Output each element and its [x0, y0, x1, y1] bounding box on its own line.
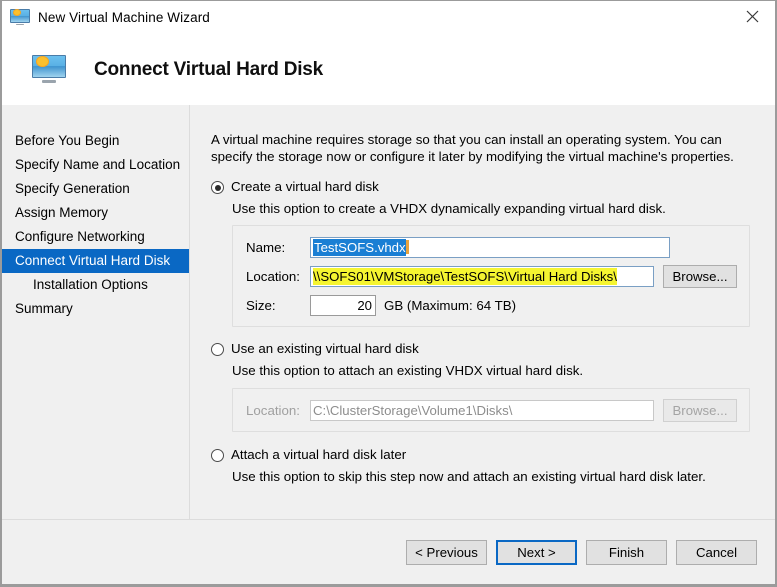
location-field-row: Location: \\SOFS01\VMStorage\TestSOFS\Vi… [246, 264, 737, 288]
option-create-description: Use this option to create a VHDX dynamic… [232, 201, 666, 216]
radio-attach-later[interactable] [211, 449, 224, 462]
sidebar-item-configure-networking[interactable]: Configure Networking [2, 225, 189, 249]
cancel-button[interactable]: Cancel [676, 539, 757, 565]
window-title: New Virtual Machine Wizard [38, 10, 210, 25]
existing-location-label: Location: [246, 402, 300, 418]
location-input[interactable]: \\SOFS01\VMStorage\TestSOFS\Virtual Hard… [310, 265, 654, 287]
size-suffix-label: GB (Maximum: 64 TB) [384, 297, 517, 313]
existing-location-field-row: Location: C:\ClusterStorage\Volume1\Disk… [246, 398, 737, 422]
name-input[interactable]: TestSOFS.vhdx [310, 236, 670, 258]
wizard-body: Before You Begin Specify Name and Locati… [2, 105, 775, 519]
new-virtual-machine-wizard-window: New Virtual Machine Wizard Connect Virtu… [0, 0, 777, 587]
sidebar-item-summary[interactable]: Summary [2, 297, 189, 321]
option-existing-description: Use this option to attach an existing VH… [232, 363, 584, 378]
wizard-content: A virtual machine requires storage so th… [191, 105, 775, 519]
close-icon[interactable] [729, 1, 775, 32]
text-caret [405, 239, 409, 254]
option-use-existing-virtual-hard-disk[interactable]: Use an existing virtual hard disk [211, 341, 757, 357]
browse-button[interactable]: Browse... [663, 264, 737, 288]
virtual-machine-icon [10, 8, 30, 27]
name-label: Name: [246, 239, 286, 255]
size-label: Size: [246, 297, 276, 313]
sidebar-item-specify-generation[interactable]: Specify Generation [2, 177, 189, 201]
page-title: Connect Virtual Hard Disk [94, 58, 324, 80]
name-field-row: Name: TestSOFS.vhdx [246, 236, 737, 258]
sidebar-item-connect-virtual-hard-disk[interactable]: Connect Virtual Hard Disk [2, 249, 189, 273]
sidebar-item-assign-memory[interactable]: Assign Memory [2, 201, 189, 225]
previous-button[interactable]: < Previous [406, 539, 487, 565]
option-later-label: Attach a virtual hard disk later [231, 447, 407, 462]
option-create-virtual-hard-disk[interactable]: Create a virtual hard disk [211, 179, 757, 195]
sidebar-item-installation-options[interactable]: Installation Options [2, 273, 189, 297]
radio-create-virtual-hard-disk[interactable] [211, 181, 224, 194]
sidebar-item-before-you-begin[interactable]: Before You Begin [2, 129, 189, 153]
option-later-description: Use this option to skip this step now an… [232, 469, 706, 484]
intro-text: A virtual machine requires storage so th… [211, 132, 734, 164]
name-input-value: TestSOFS.vhdx [313, 238, 406, 256]
title-bar: New Virtual Machine Wizard [2, 1, 775, 34]
create-disk-fields-group: Name: TestSOFS.vhdx Location: \\SOFS01\V… [232, 225, 750, 327]
radio-use-existing-virtual-hard-disk[interactable] [211, 343, 224, 356]
size-field-row: Size: 20 GB (Maximum: 64 TB) [246, 294, 737, 316]
option-create-label: Create a virtual hard disk [231, 179, 379, 194]
finish-button[interactable]: Finish [586, 539, 667, 565]
page-header: Connect Virtual Hard Disk [2, 34, 775, 106]
wizard-button-bar: < Previous Next > Finish Cancel [2, 519, 775, 584]
existing-disk-fields-group: Location: C:\ClusterStorage\Volume1\Disk… [232, 388, 750, 432]
size-input[interactable]: 20 [310, 294, 376, 316]
existing-browse-button: Browse... [663, 398, 737, 422]
wizard-steps-sidebar: Before You Begin Specify Name and Locati… [2, 105, 190, 519]
option-existing-label: Use an existing virtual hard disk [231, 341, 419, 356]
option-attach-later[interactable]: Attach a virtual hard disk later [211, 447, 757, 463]
next-button[interactable]: Next > [496, 539, 577, 565]
existing-location-input: C:\ClusterStorage\Volume1\Disks\ [310, 399, 654, 421]
sidebar-item-specify-name-and-location[interactable]: Specify Name and Location [2, 153, 189, 177]
virtual-machine-icon [32, 54, 66, 85]
location-input-value: \\SOFS01\VMStorage\TestSOFS\Virtual Hard… [313, 267, 617, 285]
location-label: Location: [246, 268, 300, 284]
